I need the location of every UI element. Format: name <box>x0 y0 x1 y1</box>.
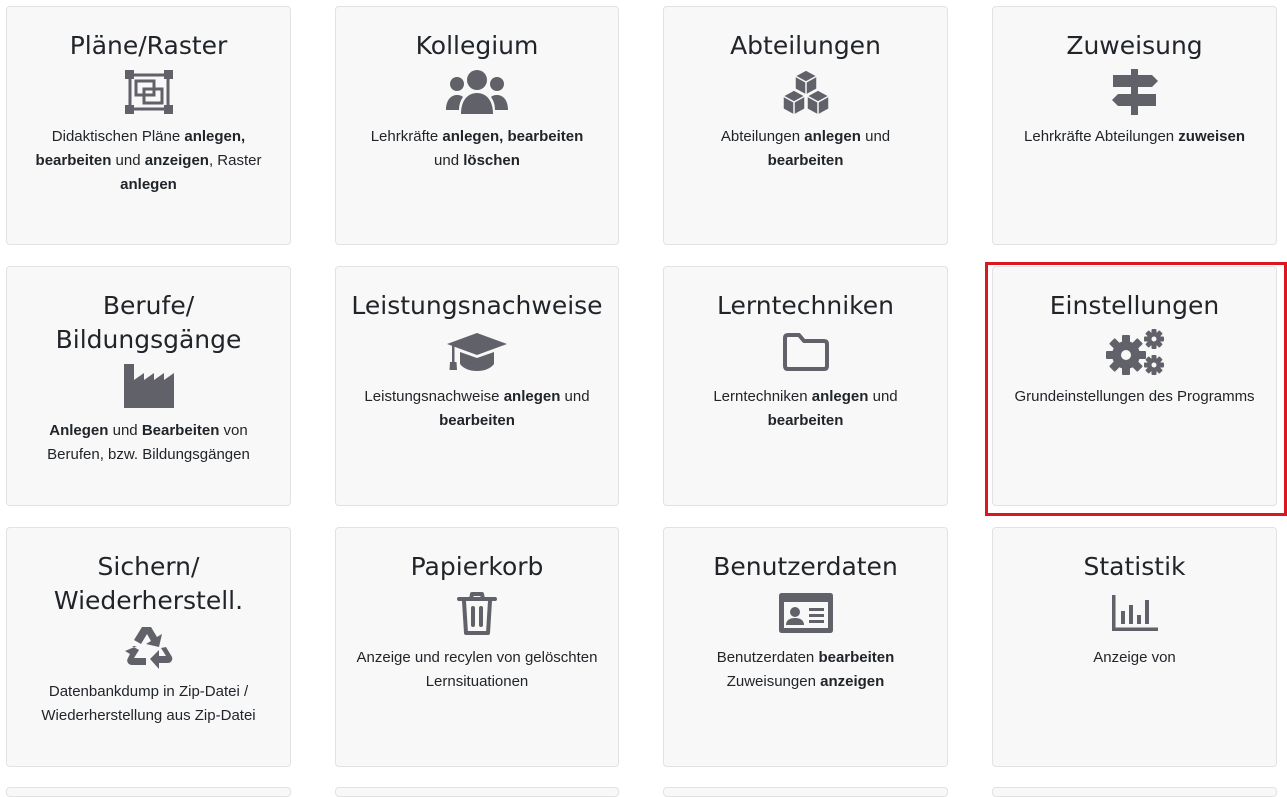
card-description: Datenbankdump in Zip-Datei / Wiederherst… <box>41 683 256 724</box>
card-partial[interactable] <box>992 787 1277 797</box>
card-description: Anzeige und recylen von gelöschten Lerns… <box>356 649 598 690</box>
card-title: Abteilungen <box>730 31 881 60</box>
card-title: Lerntechniken <box>717 291 894 320</box>
card-description: Lehrkräfte Abteilungen zuweisen <box>1024 128 1245 145</box>
card-description: Leistungsnachweise anlegen und bearbeite… <box>364 388 590 429</box>
card-title: Berufe/Bildungsgänge <box>55 291 242 354</box>
card-title: Benutzerdaten <box>713 552 898 581</box>
chart-column-icon <box>993 590 1276 636</box>
industry-icon <box>7 363 290 409</box>
card-sichern-wiederherstellen[interactable]: Sichern/Wiederherstell. Datenbankdump in… <box>6 527 291 767</box>
card-papierkorb[interactable]: Papierkorb Anzeige und recylen von gelös… <box>335 527 619 767</box>
card-title: Einstellungen <box>1049 291 1220 320</box>
card-zuweisung[interactable]: Zuweisung Lehrkräfte Abteilungen zuweise… <box>992 6 1277 245</box>
recycle-icon <box>7 624 290 670</box>
card-statistik[interactable]: Statistik Anzeige von <box>992 527 1277 767</box>
card-title: Leistungsnachweise <box>351 291 603 320</box>
card-description: Benutzerdaten bearbeiten Zuweisungen anz… <box>716 649 895 690</box>
card-description: Anzeige von <box>1093 649 1176 666</box>
signs-post-icon <box>993 69 1276 115</box>
card-description: Lerntechniken anlegen und bearbeiten <box>713 388 898 429</box>
users-icon <box>336 69 618 115</box>
trash-icon <box>336 590 618 636</box>
card-description: Abteilungen anlegen und bearbeiten <box>720 128 891 169</box>
card-partial[interactable] <box>335 787 619 797</box>
card-kollegium[interactable]: Kollegium Lehrkräfte anlegen, bearbeiten… <box>335 6 619 245</box>
cogs-icon <box>993 329 1276 375</box>
card-plaene-raster[interactable]: Pläne/Raster Didaktischen Pläne anlegen,… <box>6 6 291 245</box>
card-benutzerdaten[interactable]: Benutzerdaten Benutzerdaten bearbeiten Z… <box>663 527 948 767</box>
card-berufe-bildungsgaenge[interactable]: Berufe/Bildungsgänge Anlegen und Bearbei… <box>6 266 291 506</box>
id-card-icon <box>664 590 947 636</box>
card-partial[interactable] <box>6 787 291 797</box>
card-abteilungen[interactable]: Abteilungen Abteilungen anlegen und bear… <box>663 6 948 245</box>
folder-icon <box>664 329 947 375</box>
card-description: Grundeinstellungen des Programms <box>1014 388 1255 405</box>
card-title: Statistik <box>1083 552 1186 581</box>
card-description: Anlegen und Bearbeiten von Berufen, bzw.… <box>47 422 250 463</box>
cubes-icon <box>664 69 947 115</box>
graduation-cap-icon <box>336 329 618 375</box>
card-partial[interactable] <box>663 787 948 797</box>
card-title: Sichern/Wiederherstell. <box>53 552 244 615</box>
card-title: Kollegium <box>415 31 539 60</box>
card-title: Zuweisung <box>1066 31 1203 60</box>
card-title: Pläne/Raster <box>69 31 228 60</box>
card-description: Didaktischen Pläne anlegen, bearbeiten u… <box>35 128 262 193</box>
card-title: Papierkorb <box>410 552 544 581</box>
admin-dashboard-grid: Pläne/Raster Didaktischen Pläne anlegen,… <box>0 0 1287 797</box>
vector-square-icon <box>7 69 290 115</box>
card-einstellungen[interactable]: Einstellungen Grundeinstellungen des Pro… <box>992 266 1277 506</box>
card-description: Lehrkräfte anlegen, bearbeiten und lösch… <box>370 128 584 169</box>
card-lerntechniken[interactable]: Lerntechniken Lerntechniken anlegen und … <box>663 266 948 506</box>
card-leistungsnachweise[interactable]: Leistungsnachweise Leistungsnachweise an… <box>335 266 619 506</box>
